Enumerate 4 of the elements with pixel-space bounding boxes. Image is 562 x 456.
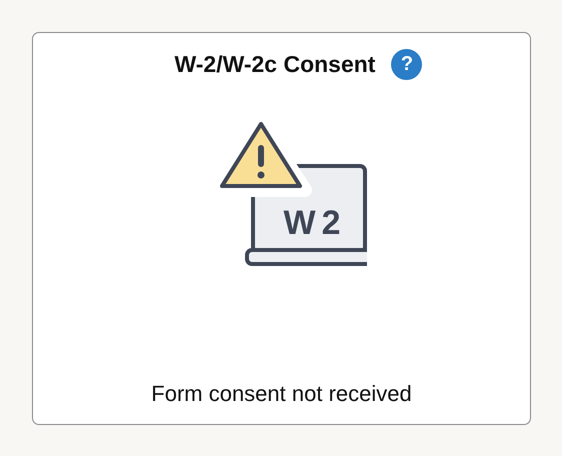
help-icon[interactable]: ? (391, 49, 422, 80)
card-title: W-2/W-2c Consent (174, 51, 376, 78)
laptop-warning-drawing: W2 (210, 122, 366, 266)
status-text: Form consent not received (151, 381, 412, 407)
